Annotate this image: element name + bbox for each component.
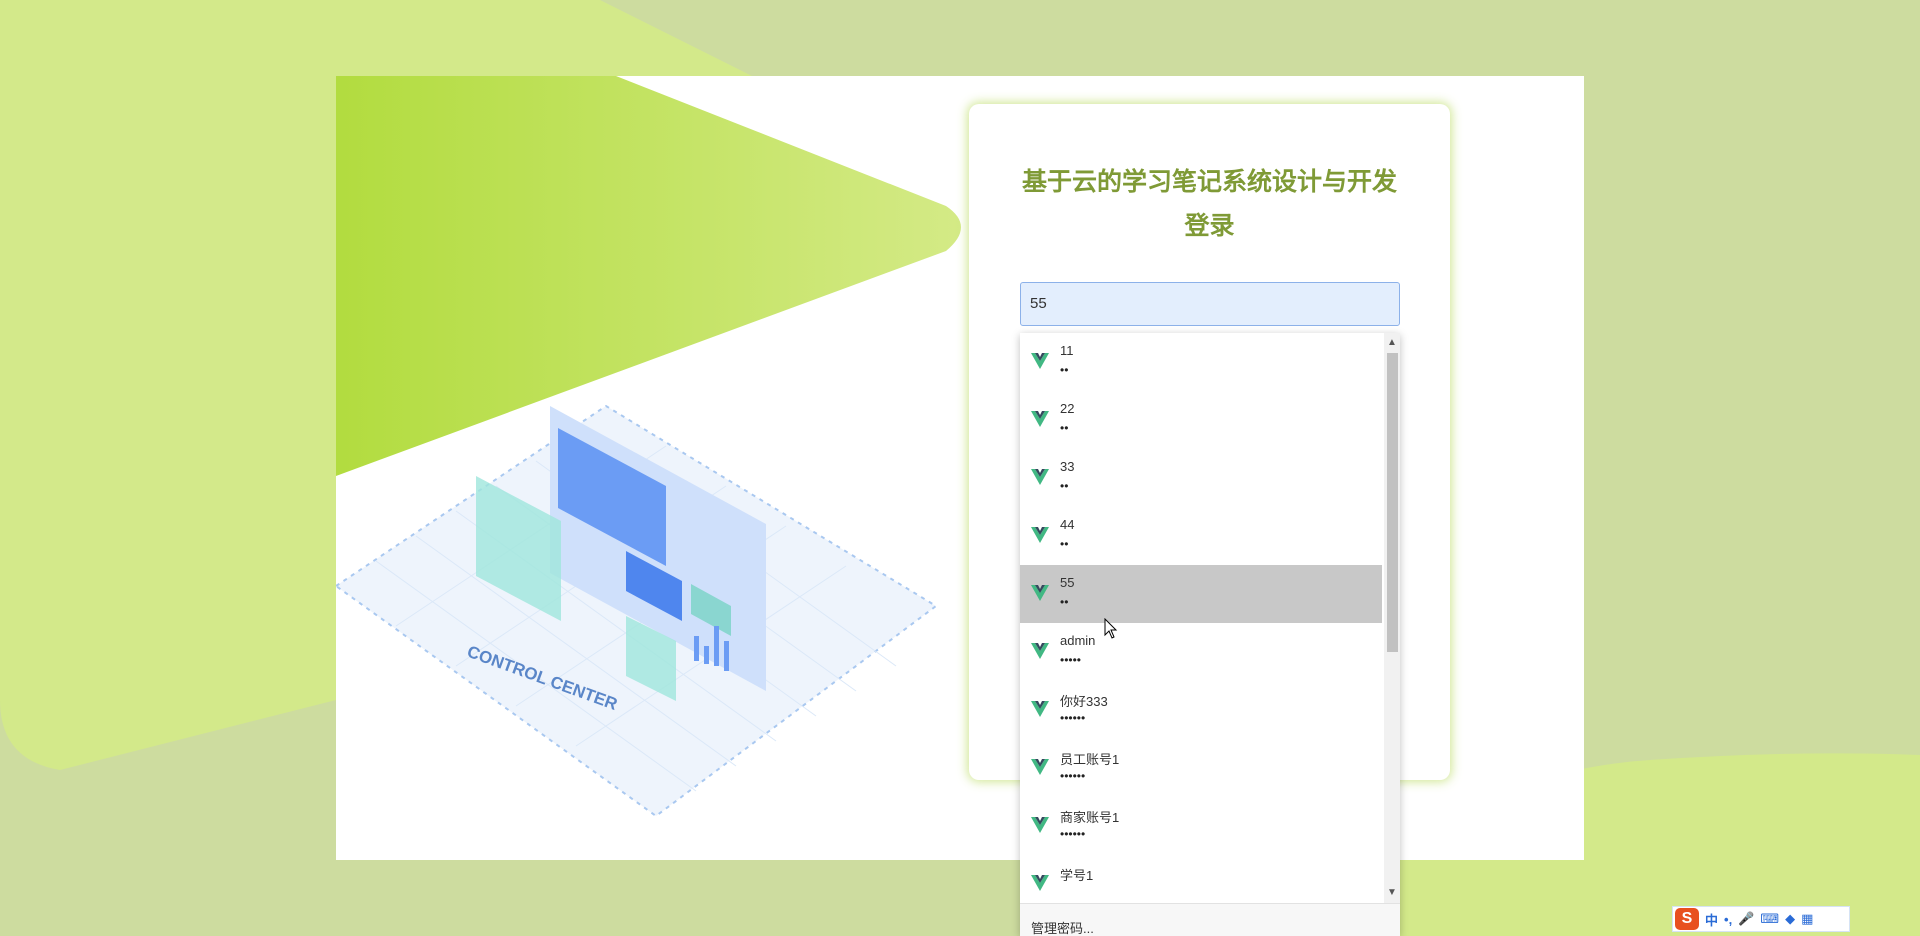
autocomplete-username: 11 bbox=[1060, 343, 1074, 358]
vue-logo-icon bbox=[1031, 759, 1049, 775]
autocomplete-item[interactable]: 11 •• bbox=[1020, 333, 1382, 391]
manage-passwords-link[interactable]: 管理密码... bbox=[1031, 918, 1094, 936]
autocomplete-item[interactable]: 33 •• bbox=[1020, 449, 1382, 507]
autocomplete-password-mask: •• bbox=[1060, 363, 1069, 377]
vue-logo-icon bbox=[1031, 875, 1049, 891]
autocomplete-password-mask: ••••• bbox=[1060, 653, 1082, 667]
autocomplete-item[interactable]: 学号1 bbox=[1020, 855, 1382, 903]
manage-passwords-bar[interactable]: 管理密码... bbox=[1020, 903, 1400, 936]
ime-mode-toggle[interactable]: 中 bbox=[1705, 910, 1718, 929]
dropdown-scrollbar[interactable]: ▲ ▼ bbox=[1384, 333, 1400, 903]
autocomplete-password-mask: •• bbox=[1060, 421, 1069, 435]
grid-icon[interactable]: ▦ bbox=[1801, 911, 1813, 927]
autocomplete-password-mask: •••••• bbox=[1060, 827, 1086, 841]
autocomplete-password-mask: •• bbox=[1060, 537, 1069, 551]
page-title: 基于云的学习笔记系统设计与开发 登录 bbox=[969, 160, 1450, 248]
title-line-2: 登录 bbox=[1184, 212, 1235, 240]
vue-logo-icon bbox=[1031, 353, 1049, 369]
vue-logo-icon bbox=[1031, 643, 1049, 659]
autocomplete-item[interactable]: admin ••••• bbox=[1020, 623, 1382, 681]
title-line-1: 基于云的学习笔记系统设计与开发 bbox=[1021, 168, 1397, 196]
mic-icon[interactable]: 🎤 bbox=[1738, 911, 1754, 927]
shirt-icon[interactable]: ◆ bbox=[1785, 911, 1795, 927]
autocomplete-password-mask: •••••• bbox=[1060, 769, 1086, 783]
autocomplete-item[interactable]: 44 •• bbox=[1020, 507, 1382, 565]
autocomplete-dropdown: 11 •• 22 •• 33 •• 44 •• 55 •• admin ••••• 你好333 •••••… bbox=[1020, 333, 1400, 936]
autocomplete-username: 22 bbox=[1060, 401, 1075, 416]
autocomplete-username: 你好333 bbox=[1060, 694, 1108, 709]
autocomplete-username: admin bbox=[1060, 633, 1096, 648]
vue-logo-icon bbox=[1031, 585, 1049, 601]
ime-punctuation-toggle[interactable]: •, bbox=[1724, 912, 1732, 927]
autocomplete-username: 员工账号1 bbox=[1060, 752, 1120, 767]
autocomplete-item[interactable]: 商家账号1 •••••• bbox=[1020, 797, 1382, 855]
autocomplete-username: 商家账号1 bbox=[1060, 810, 1120, 825]
autocomplete-password-mask: •• bbox=[1060, 479, 1069, 493]
autocomplete-item[interactable]: 55 •• bbox=[1020, 565, 1382, 623]
ime-toolbar: S 中 •, 🎤 ⌨ ◆ ▦ bbox=[1672, 906, 1850, 932]
autocomplete-item[interactable]: 22 •• bbox=[1020, 391, 1382, 449]
vue-logo-icon bbox=[1031, 527, 1049, 543]
username-input[interactable]: 55 bbox=[1020, 282, 1400, 326]
autocomplete-item[interactable]: 你好333 •••••• bbox=[1020, 681, 1382, 739]
vue-logo-icon bbox=[1031, 701, 1049, 717]
autocomplete-username: 33 bbox=[1060, 459, 1075, 474]
sogou-logo-icon[interactable]: S bbox=[1675, 908, 1699, 930]
autocomplete-username: 学号1 bbox=[1060, 868, 1094, 883]
autocomplete-password-mask: •••••• bbox=[1060, 711, 1086, 725]
scroll-thumb[interactable] bbox=[1387, 353, 1398, 652]
autocomplete-password-mask: •• bbox=[1060, 595, 1069, 609]
autocomplete-username: 44 bbox=[1060, 517, 1075, 532]
mouse-cursor-icon bbox=[1104, 618, 1118, 639]
autocomplete-username: 55 bbox=[1060, 575, 1075, 590]
vue-logo-icon bbox=[1031, 411, 1049, 427]
vue-logo-icon bbox=[1031, 469, 1049, 485]
vue-logo-icon bbox=[1031, 817, 1049, 833]
autocomplete-item[interactable]: 员工账号1 •••••• bbox=[1020, 739, 1382, 797]
scroll-up-arrow-icon[interactable]: ▲ bbox=[1384, 335, 1400, 351]
autocomplete-list: 11 •• 22 •• 33 •• 44 •• 55 •• admin ••••• 你好333 •••••… bbox=[1020, 333, 1382, 903]
scroll-down-arrow-icon[interactable]: ▼ bbox=[1384, 885, 1400, 901]
keyboard-icon[interactable]: ⌨ bbox=[1760, 911, 1779, 927]
